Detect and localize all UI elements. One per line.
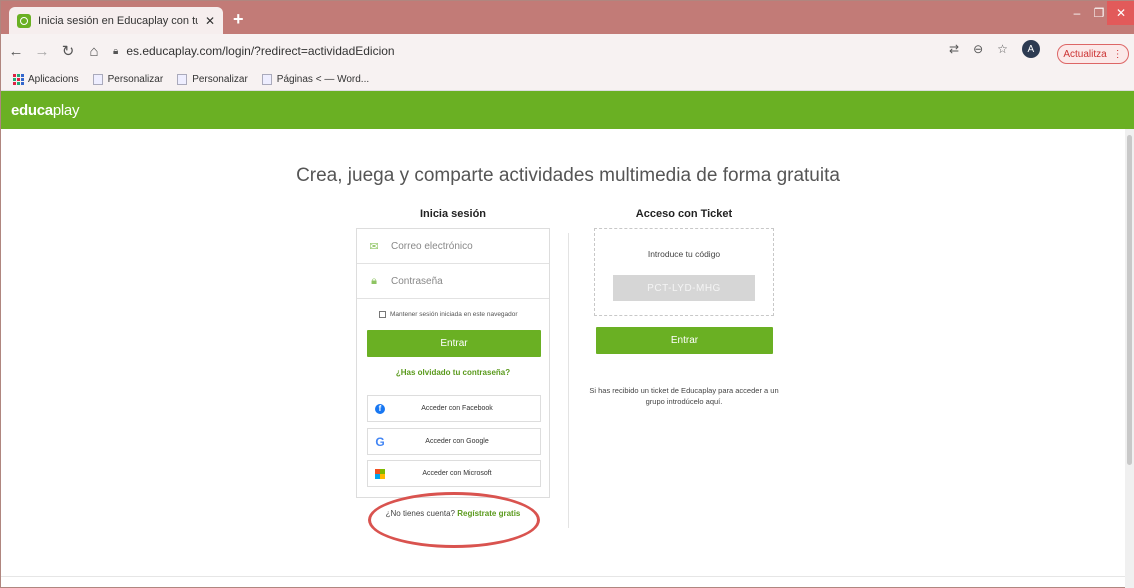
logo-rest: play (52, 101, 80, 119)
tab-strip: Inicia sesión en Educaplay con tu ✕ + – … (1, 1, 1134, 34)
ticket-enter-button[interactable]: Entrar (596, 327, 773, 354)
facebook-login-label: Acceder con Facebook (421, 405, 493, 412)
email-input[interactable] (391, 240, 541, 252)
page-headline: Crea, juega y comparte actividades multi… (296, 165, 840, 186)
keep-session-label: Mantener sesión iniciada en este navegad… (390, 311, 518, 318)
lock-icon: 🔒︎ (371, 274, 377, 287)
url-text[interactable]: es.educaplay.com/login/?redirect=activid… (126, 44, 394, 58)
ticket-title: Acceso con Ticket (635, 208, 733, 220)
back-arrow-icon[interactable]: ← (5, 43, 27, 60)
ticket-info-text: Si has recibido un ticket de Educaplay p… (589, 386, 779, 406)
keep-session-checkbox[interactable] (379, 311, 386, 318)
reload-icon[interactable]: ↻ (57, 42, 79, 60)
bookmark-label: Páginas < — Word... (276, 73, 370, 85)
educaplay-favicon-icon (17, 13, 31, 28)
educaplay-logo[interactable]: educaplay (11, 102, 79, 119)
bookmark-paginas[interactable]: Páginas < — Word... (261, 73, 370, 85)
document-icon (92, 73, 103, 85)
browser-window: Inicia sesión en Educaplay con tu ✕ + – … (0, 0, 1134, 588)
toolbar-icons: ⇄ ⊖ ☆ A (949, 40, 1040, 58)
forgot-password-link[interactable]: ¿Has olvidado tu contraseña? (357, 368, 549, 377)
microsoft-login-label: Acceder con Microsoft (422, 470, 492, 477)
microsoft-icon (375, 468, 385, 479)
ticket-code-input[interactable]: PCT-LYD-MHG (613, 275, 755, 301)
tab-title: Inicia sesión en Educaplay con tu (38, 14, 198, 27)
bookmark-label: Personalizar (192, 73, 248, 85)
google-login-button[interactable]: G Acceder con Google (367, 428, 541, 455)
logo-bold: educa (11, 101, 53, 119)
window-close-icon[interactable]: ✕ (1107, 1, 1134, 25)
facebook-icon: f (375, 403, 385, 414)
ticket-box: Introduce tu código PCT-LYD-MHG (594, 228, 774, 316)
ticket-code-label: Introduce tu código (647, 249, 721, 259)
profile-avatar[interactable]: A (1021, 40, 1040, 58)
browser-tab[interactable]: Inicia sesión en Educaplay con tu ✕ (9, 7, 223, 34)
envelope-icon: ✉ (369, 240, 379, 253)
browser-toolbar: ← → ↻ ⌂ 🔒︎ es.educaplay.com/login/?redir… (1, 34, 1134, 68)
address-bar[interactable]: 🔒︎ es.educaplay.com/login/?redirect=acti… (113, 40, 933, 62)
microsoft-login-button[interactable]: Acceder con Microsoft (367, 460, 541, 487)
lock-icon: 🔒︎ (113, 45, 119, 57)
home-icon[interactable]: ⌂ (83, 43, 105, 60)
bookmark-personalizar-2[interactable]: Personalizar (177, 73, 248, 85)
password-field-row: 🔒︎ (357, 264, 549, 299)
apps-grid-icon (13, 74, 24, 85)
site-header: educaplay (1, 91, 1134, 129)
login-title: Inicia sesión (419, 208, 487, 220)
bookmarks-bar: Aplicacions Personalizar Personalizar Pá… (1, 68, 1134, 91)
minimize-icon[interactable]: – (1067, 1, 1087, 25)
google-icon: G (375, 434, 385, 449)
tab-close-icon[interactable]: ✕ (205, 14, 215, 28)
login-card: ✉ 🔒︎ Mantener sesión iniciada en este na… (356, 228, 550, 498)
translate-icon[interactable]: ⇄ (949, 42, 959, 56)
highlight-circle-annotation (368, 492, 540, 548)
new-tab-button[interactable]: + (233, 9, 244, 30)
document-icon (261, 73, 272, 85)
document-icon (177, 73, 188, 85)
facebook-login-button[interactable]: f Acceder con Facebook (367, 395, 541, 422)
star-icon[interactable]: ☆ (997, 42, 1008, 56)
update-button[interactable]: Actualitza ⋮ (1057, 44, 1129, 64)
footer-divider (1, 576, 1125, 577)
bookmark-label: Aplicacions (28, 73, 79, 85)
zoom-icon[interactable]: ⊖ (973, 42, 983, 56)
keep-session-row[interactable]: Mantener sesión iniciada en este navegad… (379, 311, 518, 318)
maximize-icon[interactable]: ❐ (1089, 1, 1109, 25)
bookmark-personalizar-1[interactable]: Personalizar (92, 73, 164, 85)
login-enter-button[interactable]: Entrar (367, 330, 541, 357)
kebab-menu-icon[interactable]: ⋮ (1113, 49, 1123, 60)
google-login-label: Acceder con Google (425, 438, 489, 445)
column-divider (568, 233, 569, 528)
password-input[interactable] (391, 275, 541, 287)
bookmark-label: Personalizar (107, 73, 164, 85)
bookmark-apps[interactable]: Aplicacions (13, 74, 79, 85)
forward-arrow-icon[interactable]: → (31, 43, 53, 60)
email-field-row: ✉ (357, 229, 549, 264)
update-label: Actualitza (1063, 48, 1107, 60)
